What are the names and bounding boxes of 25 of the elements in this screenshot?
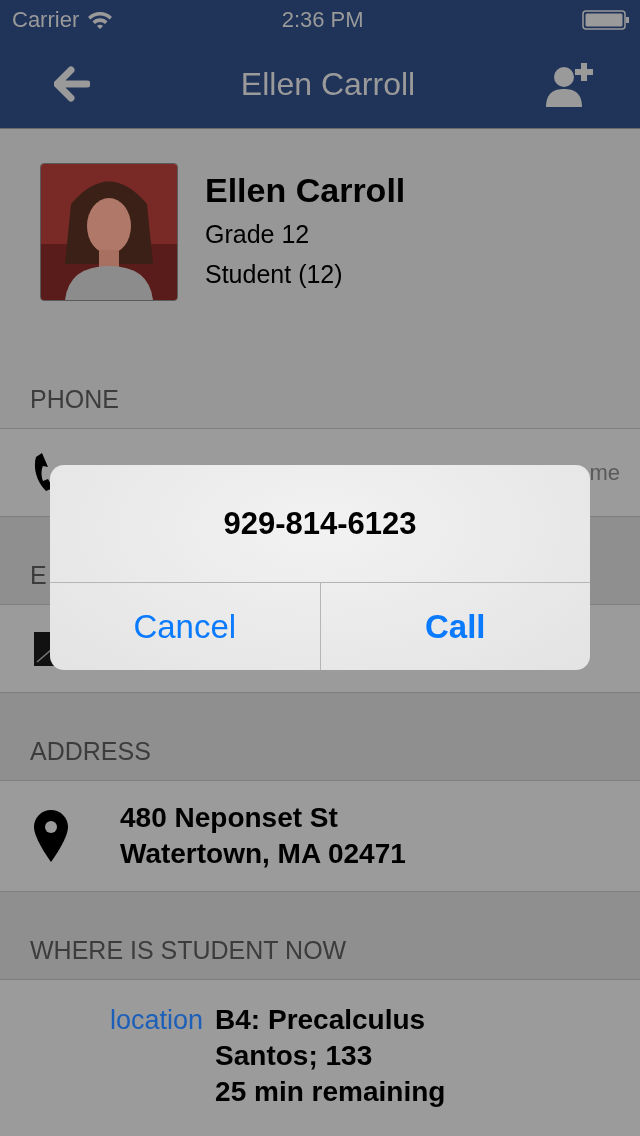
section-header: ADDRESS [30,737,151,766]
wifi-icon [87,10,114,30]
alert-message: 929-814-6123 [50,465,590,583]
back-arrow-icon[interactable] [54,66,90,102]
section-header: WHERE IS STUDENT NOW [30,936,347,965]
battery-icon [582,10,630,30]
section-header: PHONE [30,385,119,414]
role-text: Student (12) [205,259,344,290]
detail-text: 480 Neponset St [120,801,339,835]
detail-text: Santos; 133 [215,1039,374,1073]
map-pin-icon[interactable] [34,810,68,862]
detail-text: B4: Precalculus [215,1003,427,1037]
location-label: location [110,1004,204,1037]
section-header: E [30,561,47,590]
status-time: 2:36 PM [280,7,365,33]
phone-type-text: me [589,459,620,486]
detail-text: 25 min remaining [215,1075,447,1109]
add-contact-icon[interactable] [546,61,594,107]
detail-text: Watertown, MA 02471 [120,837,407,871]
alert-button[interactable]: Cancel [50,583,320,670]
carrier-name: Carrier [12,7,80,33]
grade-text: Grade 12 [205,219,311,250]
alert-button[interactable]: Call [319,583,590,670]
student-name: Ellen Carroll [205,171,406,210]
nav-title: Ellen Carroll [240,65,416,103]
